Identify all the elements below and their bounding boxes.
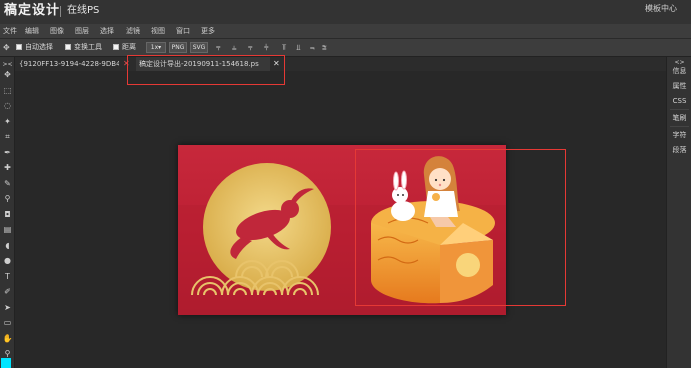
zoom-select[interactable]: 1x▾ — [146, 42, 166, 53]
align-top-icon[interactable]: ⫩ — [264, 42, 269, 53]
crop-icon[interactable]: ⌗ — [2, 131, 13, 142]
document-tabs: {9120FF13-9194-4228-9DB4- ✕ 稿定设计导出-20190… — [15, 57, 666, 71]
menu-image[interactable]: 图像 — [50, 25, 64, 37]
auto-select-label: 自动选择 — [25, 43, 53, 51]
menu-view[interactable]: 视图 — [151, 25, 165, 37]
dodge-icon[interactable]: ● — [2, 255, 13, 266]
menu-window[interactable]: 窗口 — [176, 25, 190, 37]
magic-wand-icon[interactable]: ✦ — [2, 116, 13, 127]
panel-brush[interactable]: 笔刷 — [667, 113, 691, 123]
align-right-icon[interactable]: ⫧ — [248, 42, 253, 53]
path-select-icon[interactable]: ➤ — [2, 302, 13, 313]
transform-tools-label: 变换工具 — [74, 43, 102, 51]
app-logo[interactable]: 稿定设计 — [4, 1, 60, 21]
shape-icon[interactable]: ▭ — [2, 317, 13, 328]
align-center-icon[interactable]: ⫨ — [232, 42, 237, 53]
distance-checkbox[interactable] — [113, 44, 119, 50]
pen-icon[interactable]: ✐ — [2, 286, 13, 297]
foreground-color-swatch[interactable] — [1, 358, 11, 368]
distribute-icon[interactable]: ⫬ — [310, 42, 315, 53]
marquee-icon[interactable]: ⬚ — [2, 85, 13, 96]
menu-more[interactable]: 更多 — [201, 25, 215, 37]
transform-tools-checkbox[interactable] — [65, 44, 71, 50]
menu-file[interactable]: 文件 — [3, 25, 17, 37]
panel-properties[interactable]: 属性 — [667, 81, 691, 91]
eyedropper-icon[interactable]: ✒ — [2, 147, 13, 158]
hand-icon[interactable]: ✋ — [2, 333, 13, 344]
tab-document-1[interactable]: {9120FF13-9194-4228-9DB4- — [19, 57, 119, 71]
title-bar: 稿定设计 在线PS 模板中心 — [0, 0, 691, 24]
tab-document-1-label: {9120FF13-9194-4228-9DB4- — [19, 60, 119, 68]
menu-bar: 文件 编辑 图像 图层 选择 滤镜 视图 窗口 更多 — [0, 24, 691, 39]
move-tool-icon: ✥ — [3, 43, 10, 52]
distribute-h-icon[interactable]: ⫪ — [282, 42, 287, 53]
healing-icon[interactable]: ✚ — [2, 162, 13, 173]
eraser-icon[interactable]: ◘ — [2, 209, 13, 220]
chevron-down-icon: ▾ — [158, 44, 162, 51]
panel-css[interactable]: CSS — [667, 96, 691, 106]
panel-divider — [670, 109, 689, 110]
auto-select-checkbox[interactable] — [16, 44, 22, 50]
export-svg-button[interactable]: SVG — [190, 42, 208, 53]
menu-select[interactable]: 选择 — [100, 25, 114, 37]
export-png-button[interactable]: PNG — [169, 42, 187, 53]
toolbox: >< ✥ ⬚ ◌ ✦ ⌗ ✒ ✚ ✎ ⚲ ◘ ▤ ◖ ● T ✐ ➤ ▭ ✋ ⚲ — [0, 57, 15, 368]
right-panel: <> 信息 属性 CSS 笔刷 字符 段落 — [666, 57, 691, 368]
menu-layer[interactable]: 图层 — [75, 25, 89, 37]
distance-label: 距离 — [122, 43, 136, 51]
distribute-extra-icon[interactable]: ⩰ — [322, 42, 327, 53]
distribute-v-icon[interactable]: ⫫ — [296, 42, 301, 53]
tab-highlight-box — [127, 55, 285, 85]
panel-paragraph[interactable]: 段落 — [667, 145, 691, 155]
brush-icon[interactable]: ✎ — [2, 178, 13, 189]
layer-selection-box — [355, 149, 566, 306]
panel-info[interactable]: 信息 — [667, 66, 691, 76]
type-icon[interactable]: T — [2, 271, 13, 282]
move-icon[interactable]: ✥ — [2, 69, 13, 80]
gradient-icon[interactable]: ▤ — [2, 224, 13, 235]
menu-filter[interactable]: 滤镜 — [126, 25, 140, 37]
menu-edit[interactable]: 编辑 — [25, 25, 39, 37]
align-left-icon[interactable]: ⫧ — [216, 42, 221, 53]
clone-stamp-icon[interactable]: ⚲ — [2, 193, 13, 204]
options-bar: ✥ 自动选择 变换工具 距离 1x▾ PNG SVG ⫧ ⫨ ⫧ ⫩ ⫪ ⫫ ⫬… — [0, 39, 691, 57]
app-subtitle: 在线PS — [67, 5, 100, 16]
blur-icon[interactable]: ◖ — [2, 240, 13, 251]
template-center-link[interactable]: 模板中心 — [645, 3, 677, 15]
app-window: 稿定设计 在线PS 模板中心 文件 编辑 图像 图层 选择 滤镜 视图 窗口 更… — [0, 0, 691, 368]
panel-divider — [670, 126, 689, 127]
title-divider — [60, 6, 61, 17]
lasso-icon[interactable]: ◌ — [2, 100, 13, 111]
panel-character[interactable]: 字符 — [667, 130, 691, 140]
